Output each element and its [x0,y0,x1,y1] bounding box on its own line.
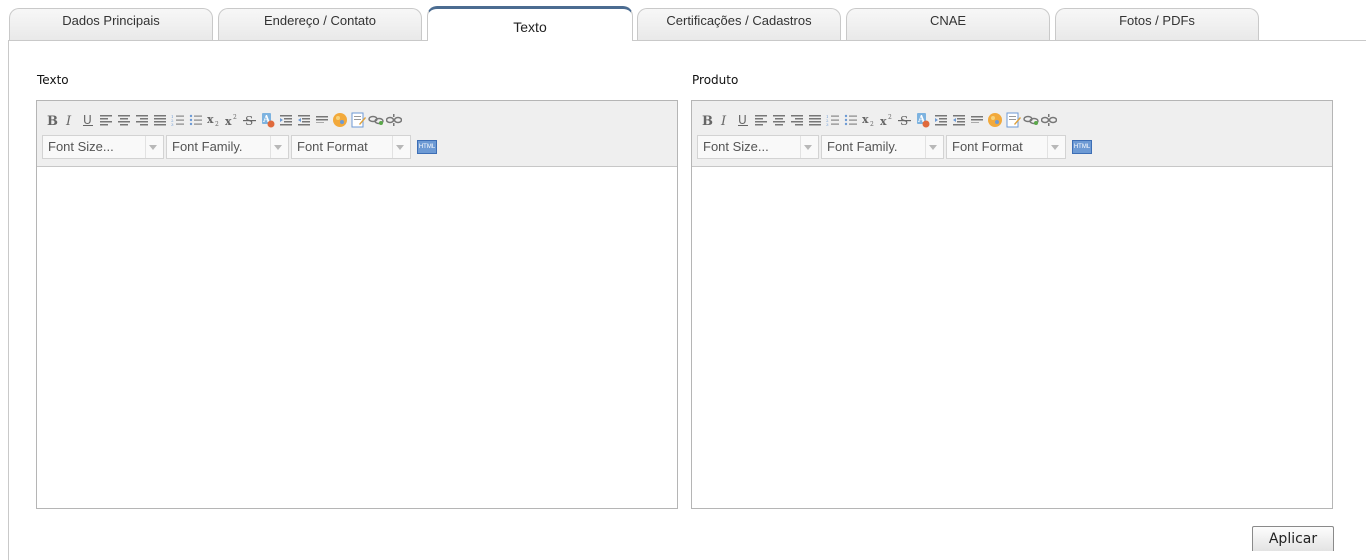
tab-texto[interactable]: Texto [427,6,633,41]
tab-cnae[interactable]: CNAE [846,8,1050,40]
tab-endereco-contato[interactable]: Endereço / Contato [218,8,422,40]
tab-bar: Dados Principais Endereço / Contato Text… [0,0,1366,41]
tab-fotos-pdfs[interactable]: Fotos / PDFs [1055,8,1259,40]
tab-panel-border [8,40,1366,560]
tab-dados-principais[interactable]: Dados Principais [9,8,213,40]
tab-certificacoes-cadastros[interactable]: Certificações / Cadastros [637,8,841,40]
